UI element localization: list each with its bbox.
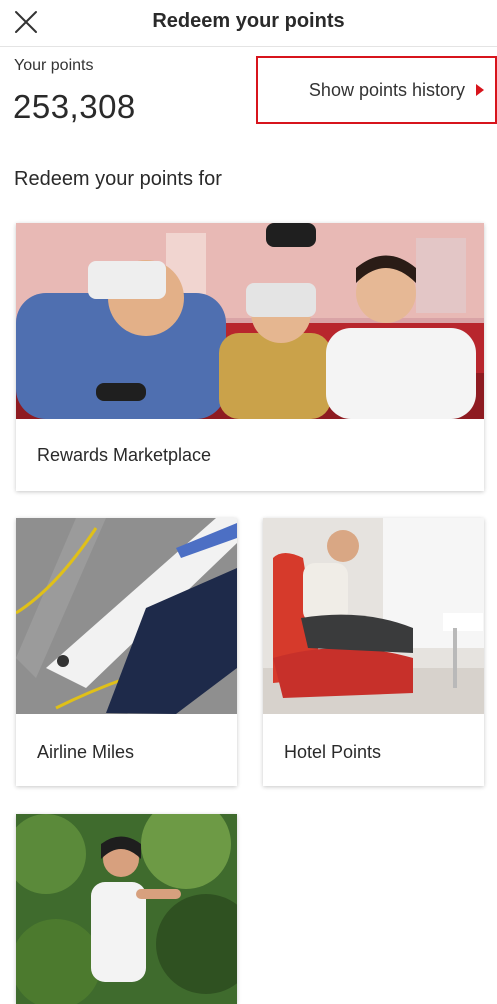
section-title: Redeem your points for xyxy=(14,168,222,190)
caret-right-icon xyxy=(476,84,484,96)
hotel-points-image xyxy=(263,518,484,714)
outdoor-woman-image xyxy=(16,814,237,1004)
rewards-marketplace-card[interactable]: Rewards Marketplace xyxy=(16,223,484,491)
card-label: Rewards Marketplace xyxy=(37,445,212,465)
rewards-marketplace-image xyxy=(16,223,484,419)
points-value: 253,308 xyxy=(13,88,136,125)
hotel-points-card[interactable]: Hotel Points xyxy=(263,518,484,786)
airline-miles-image xyxy=(16,518,237,714)
card-label: Hotel Points xyxy=(284,742,382,762)
history-label: Show points history xyxy=(308,79,465,100)
top-bar: Redeem your points xyxy=(0,0,497,47)
card-label: Airline Miles xyxy=(37,742,135,762)
airline-miles-card[interactable]: Airline Miles xyxy=(16,518,237,786)
page-title: Redeem your points xyxy=(152,10,345,32)
cash-back-card[interactable] xyxy=(16,814,237,1004)
points-label: Your points xyxy=(14,57,94,74)
show-points-history-button[interactable]: Show points history xyxy=(256,56,497,124)
